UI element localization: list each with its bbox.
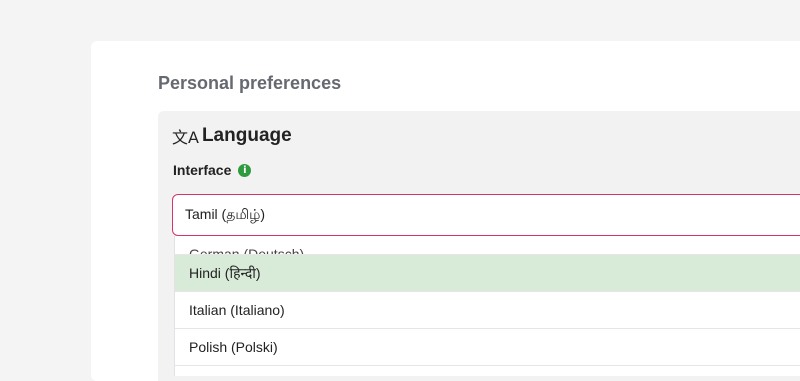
option-italian[interactable]: Italian (Italiano) bbox=[175, 292, 800, 329]
interface-label-text: Interface bbox=[173, 162, 232, 178]
language-title: Language bbox=[201, 125, 292, 146]
language-header: 文A Language bbox=[172, 124, 292, 148]
interface-label: Interface i bbox=[173, 162, 252, 178]
section-title: Personal preferences bbox=[158, 73, 342, 93]
interface-language-select[interactable]: Tamil (தமிழ்) bbox=[172, 194, 800, 236]
option-german[interactable]: German (Deutsch) bbox=[175, 236, 800, 255]
info-icon[interactable]: i bbox=[238, 163, 252, 177]
translate-icon: 文A bbox=[172, 128, 199, 147]
option-hindi[interactable]: Hindi (हिन्दी) bbox=[175, 255, 800, 292]
option-polish[interactable]: Polish (Polski) bbox=[175, 329, 800, 366]
select-value: Tamil (தமிழ்) bbox=[185, 205, 266, 222]
language-dropdown-list[interactable]: German (Deutsch) Hindi (हिन्दी) Italian … bbox=[174, 236, 800, 376]
